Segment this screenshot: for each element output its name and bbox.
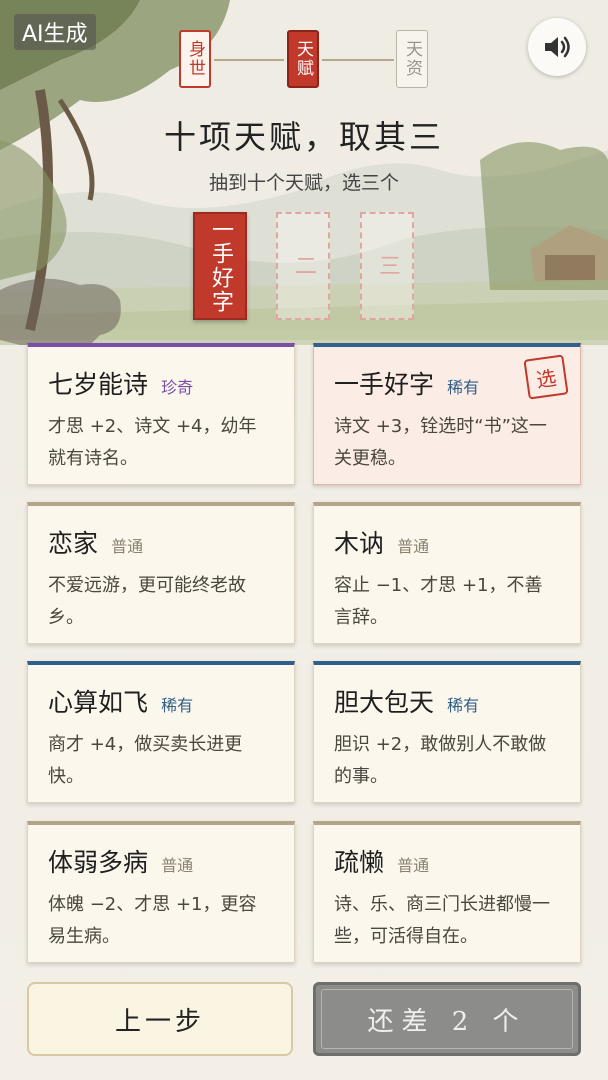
selected-slot-2: 二 (276, 212, 330, 320)
talent-card[interactable]: 心算如飞 稀有 商才 +4，做买卖长进更快。 (27, 661, 295, 803)
page-subtitle: 抽到十个天赋，选三个 (208, 172, 399, 194)
talent-name: 疏懒 (334, 848, 385, 877)
rarity-label: 普通 (397, 537, 430, 556)
confirm-button[interactable]: 还差 2 个 (313, 982, 581, 1056)
confirm-button-label: 还差 2 个 (321, 989, 573, 1049)
rarity-label: 稀有 (447, 378, 480, 397)
selected-slot-1[interactable]: 一手好字 (193, 212, 247, 320)
step-talent[interactable]: 天赋 (287, 30, 319, 88)
selected-stamp: 选 (523, 354, 569, 400)
talent-description: 诗文 +3，铨选时“书”这一关更稳。 (334, 416, 547, 469)
talent-card[interactable]: 体弱多病 普通 体魄 −2、才思 +1，更容易生病。 (27, 821, 295, 963)
selected-slot-3: 三 (360, 212, 414, 320)
rarity-label: 普通 (397, 856, 430, 875)
step-connector (214, 59, 284, 61)
rarity-label: 稀有 (161, 696, 194, 715)
talent-card[interactable]: 七岁能诗 珍奇 才思 +2、诗文 +4，幼年就有诗名。 (27, 343, 295, 485)
talent-name: 木讷 (334, 529, 385, 558)
rarity-label: 稀有 (447, 696, 480, 715)
talent-description: 容止 −1、才思 +1，不善言辞。 (334, 575, 543, 628)
talent-card[interactable]: 胆大包天 稀有 胆识 +2，敢做别人不敢做的事。 (313, 661, 581, 803)
talent-card-selected[interactable]: 一手好字 稀有 选 诗文 +3，铨选时“书”这一关更稳。 (313, 343, 581, 485)
step-connector (322, 59, 394, 61)
talent-card[interactable]: 恋家 普通 不爱远游，更可能终老故乡。 (27, 502, 295, 644)
step-background[interactable]: 身世 (179, 30, 211, 88)
talent-name: 恋家 (48, 529, 99, 558)
talent-description: 诗、乐、商三门长进都慢一些，可活得自在。 (334, 894, 550, 947)
talent-description: 商才 +4，做买卖长进更快。 (48, 734, 243, 787)
talent-name: 体弱多病 (48, 848, 149, 877)
sound-toggle-button[interactable] (528, 18, 586, 76)
rarity-label: 珍奇 (161, 378, 194, 397)
rarity-label: 普通 (161, 856, 194, 875)
rarity-label: 普通 (111, 537, 144, 556)
speaker-volume-icon (545, 36, 570, 58)
previous-step-button[interactable]: 上一步 (27, 982, 293, 1056)
talent-description: 不爱远游，更可能终老故乡。 (48, 575, 246, 628)
talent-name: 一手好字 (334, 370, 435, 399)
talent-name: 七岁能诗 (48, 370, 149, 399)
talent-card[interactable]: 木讷 普通 容止 −1、才思 +1，不善言辞。 (313, 502, 581, 644)
talent-description: 体魄 −2、才思 +1，更容易生病。 (48, 894, 257, 947)
talent-name: 心算如飞 (48, 688, 149, 717)
page-title: 十项天赋，取其三 (163, 118, 444, 156)
step-aptitude: 天资 (396, 30, 428, 88)
talent-card[interactable]: 疏懒 普通 诗、乐、商三门长进都慢一些，可活得自在。 (313, 821, 581, 963)
talent-description: 才思 +2、诗文 +4，幼年就有诗名。 (48, 416, 257, 469)
progress-steps: 身世 天赋 天资 (0, 0, 608, 100)
talent-name: 胆大包天 (334, 688, 435, 717)
talent-description: 胆识 +2，敢做别人不敢做的事。 (334, 734, 547, 787)
